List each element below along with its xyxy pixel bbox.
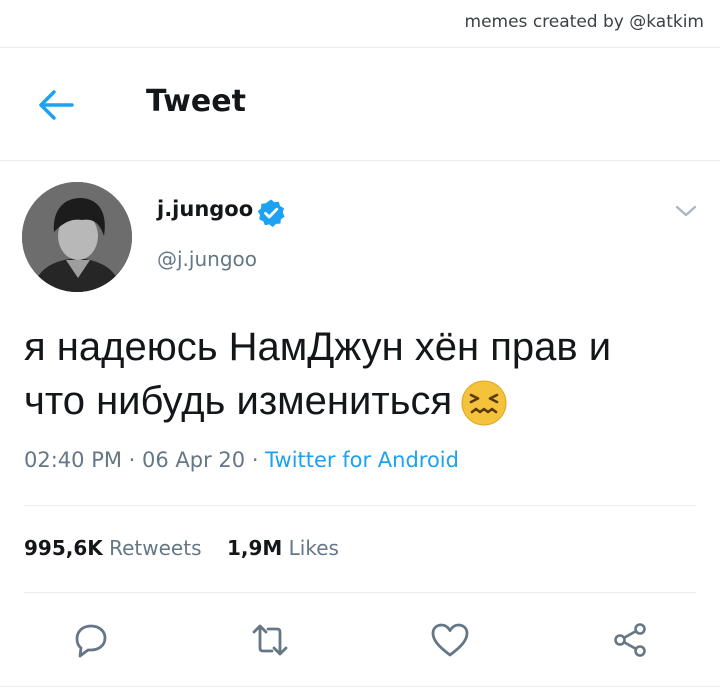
tweet-date: 06 Apr 20 xyxy=(142,448,246,472)
tweet-stats: 995,6K Retweets 1,9M Likes xyxy=(24,536,339,560)
meta-separator: · xyxy=(121,448,143,472)
verified-badge-icon xyxy=(257,199,285,227)
tweet-actions xyxy=(0,620,720,660)
stats-divider xyxy=(24,592,696,593)
confounded-face-icon xyxy=(461,380,507,426)
tweet-text: я надеюсь НамДжун хён прав и что нибудь … xyxy=(24,320,694,428)
retweet-icon[interactable] xyxy=(250,620,290,660)
likes-stat[interactable]: 1,9M Likes xyxy=(227,536,339,560)
tweet-line-2-text: что нибудь измениться xyxy=(24,379,453,423)
user-handle[interactable]: @j.jungoo xyxy=(157,247,257,271)
header-divider xyxy=(0,160,720,161)
tweet-line-1: я надеюсь НамДжун хён прав и xyxy=(24,325,612,369)
share-icon[interactable] xyxy=(610,620,650,660)
back-arrow-icon[interactable] xyxy=(36,88,76,122)
likes-count: 1,9M xyxy=(226,536,283,560)
chevron-down-icon[interactable] xyxy=(674,203,698,219)
tweet-meta: 02:40 PM · 06 Apr 20 · Twitter for Andro… xyxy=(24,448,459,472)
like-heart-icon[interactable] xyxy=(430,620,470,660)
likes-label: Likes xyxy=(288,536,339,560)
bottom-divider xyxy=(0,686,720,687)
header: Tweet xyxy=(0,48,720,160)
avatar[interactable] xyxy=(22,182,132,292)
tweet-source-link[interactable]: Twitter for Android xyxy=(265,448,459,472)
credit-text: memes created by @katkim xyxy=(464,12,704,32)
retweets-count: 995,6K xyxy=(24,536,103,560)
tweet-line-2: что нибудь измениться xyxy=(24,374,694,428)
meta-separator: · xyxy=(245,448,266,472)
reply-icon[interactable] xyxy=(70,620,110,660)
page-title: Tweet xyxy=(146,84,246,119)
display-name[interactable]: j.jungoo xyxy=(157,197,253,221)
retweets-label: Retweets xyxy=(109,536,202,560)
tweet-time: 02:40 PM xyxy=(24,448,122,472)
meta-divider xyxy=(24,505,696,506)
retweets-stat[interactable]: 995,6K Retweets xyxy=(24,536,202,560)
